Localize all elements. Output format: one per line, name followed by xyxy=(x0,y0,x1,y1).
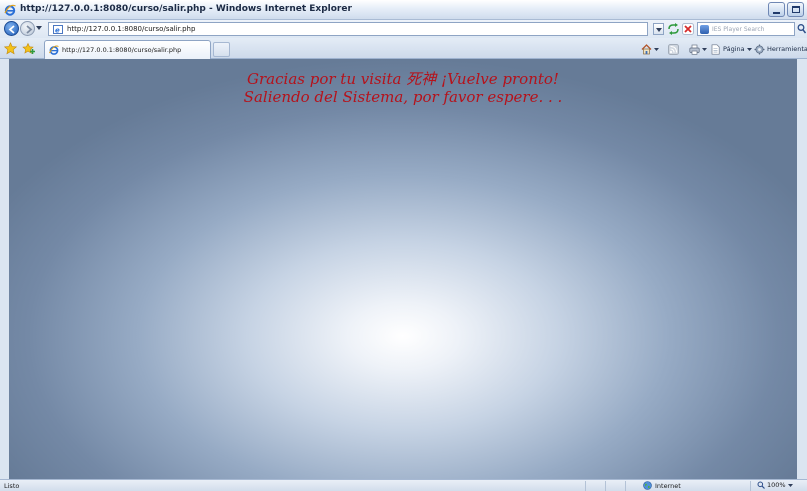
address-dropdown-button[interactable] xyxy=(653,23,664,35)
window-frame-right xyxy=(797,59,807,479)
chevron-down-icon xyxy=(787,483,793,487)
search-input[interactable] xyxy=(712,25,792,34)
status-divider xyxy=(605,481,606,491)
page-document-icon xyxy=(711,43,720,55)
tools-menu-button[interactable]: Herramientas xyxy=(754,42,807,56)
back-arrow-icon xyxy=(8,25,15,34)
restore-icon xyxy=(791,6,800,13)
tab-current-page[interactable]: http://127.0.0.1:8080/curso/salir.php xyxy=(44,40,211,59)
home-icon xyxy=(641,43,652,54)
svg-text:e: e xyxy=(55,27,60,35)
window-title: http://127.0.0.1:8080/curso/salir.php - … xyxy=(20,4,352,14)
logout-message: Saliendo del Sistema, por favor espere. … xyxy=(243,88,563,106)
search-field[interactable] xyxy=(697,22,795,36)
ie-logo-icon xyxy=(4,4,16,16)
chevron-down-icon xyxy=(702,47,707,51)
search-icon[interactable] xyxy=(797,23,806,34)
new-tab-button[interactable] xyxy=(213,42,230,57)
tab-toolbar: http://127.0.0.1:8080/curso/salir.php Pá… xyxy=(0,38,807,59)
minimize-button[interactable] xyxy=(768,2,785,17)
page-menu-button[interactable]: Página xyxy=(710,42,752,56)
window-frame-left xyxy=(0,59,9,479)
tab-label: http://127.0.0.1:8080/curso/salir.php xyxy=(62,46,182,54)
window-controls xyxy=(768,2,804,17)
title-bar: http://127.0.0.1:8080/curso/salir.php - … xyxy=(0,0,807,20)
print-button[interactable] xyxy=(689,42,707,56)
recent-pages-dropdown-icon[interactable] xyxy=(36,26,42,31)
forward-button[interactable] xyxy=(20,21,35,36)
page-menu-label: Página xyxy=(723,45,745,53)
status-divider xyxy=(750,481,751,491)
zoom-level: 100% xyxy=(767,481,786,489)
address-field[interactable]: e http://127.0.0.1:8080/curso/salir.php xyxy=(48,22,648,36)
feeds-icon xyxy=(668,43,679,55)
refresh-icon[interactable] xyxy=(667,23,680,35)
add-favorite-icon[interactable] xyxy=(22,42,36,55)
back-button[interactable] xyxy=(4,21,19,36)
status-divider xyxy=(625,481,626,491)
globe-icon xyxy=(643,481,652,490)
chevron-down-icon xyxy=(746,47,752,51)
minimize-icon xyxy=(773,11,780,14)
status-bar: Listo Internet 100% xyxy=(0,479,807,491)
security-zone-label: Internet xyxy=(655,481,681,490)
address-url: http://127.0.0.1:8080/curso/salir.php xyxy=(67,25,196,33)
favorites-star-icon[interactable] xyxy=(4,42,17,55)
page-content: Gracias por tu visita 死神 ¡Vuelve pronto!… xyxy=(9,59,797,479)
page-icon xyxy=(49,45,59,55)
page-icon: e xyxy=(53,25,63,34)
feeds-button[interactable] xyxy=(668,42,679,56)
tools-menu-label: Herramientas xyxy=(767,45,807,53)
printer-icon xyxy=(689,44,700,55)
chevron-down-icon xyxy=(656,28,662,32)
gear-icon xyxy=(754,44,765,54)
status-text: Listo xyxy=(4,482,20,490)
farewell-message: Gracias por tu visita 死神 ¡Vuelve pronto! xyxy=(247,70,559,88)
zoom-icon xyxy=(757,481,765,489)
stop-icon[interactable] xyxy=(682,23,694,35)
security-zone[interactable]: Internet xyxy=(643,481,681,490)
status-divider xyxy=(585,481,586,491)
home-button[interactable] xyxy=(641,42,659,56)
search-engine-icon xyxy=(700,25,709,34)
forward-arrow-icon xyxy=(26,25,33,34)
chevron-down-icon xyxy=(654,47,659,51)
zoom-control[interactable]: 100% xyxy=(757,481,793,489)
restore-button[interactable] xyxy=(787,2,804,17)
address-toolbar: e http://127.0.0.1:8080/curso/salir.php xyxy=(0,20,807,38)
